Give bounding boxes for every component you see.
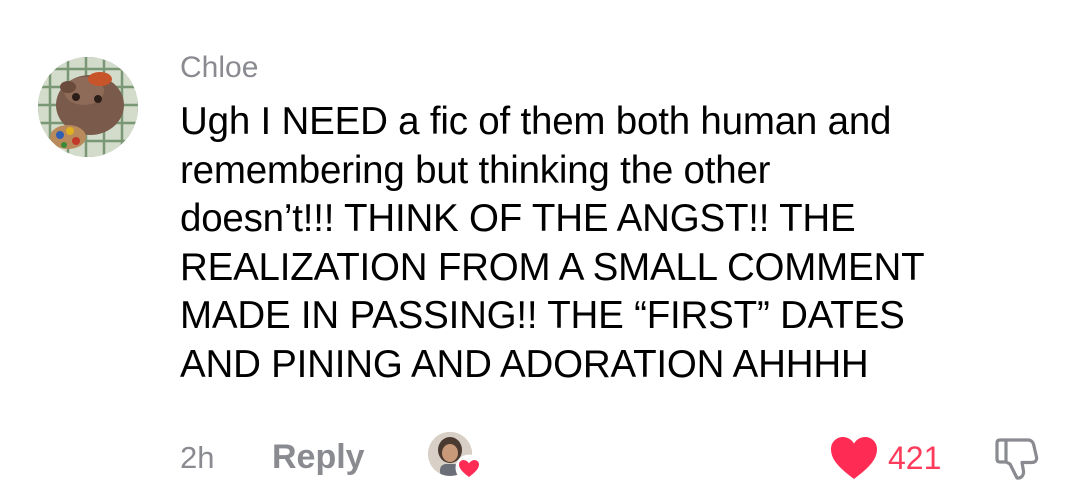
comment-text-line: MADE IN PASSING!! THE “FIRST” DATES xyxy=(180,294,905,337)
comment-author[interactable]: Chloe xyxy=(180,50,258,86)
comment-text-line: AND PINING AND ADORATION AHHHH xyxy=(180,342,869,386)
avatar-image xyxy=(38,57,138,157)
comment-text-line: REALIZATION FROM A SMALL COMMENT xyxy=(180,245,925,289)
like-button[interactable] xyxy=(828,434,880,482)
heart-badge-icon xyxy=(454,454,484,482)
dislike-button[interactable] xyxy=(992,434,1042,484)
comment-text-line: doesn’t!!! THINK OF THE ANGST!! THE xyxy=(180,197,856,240)
like-count: 421 xyxy=(888,440,942,476)
creator-liked-avatar[interactable] xyxy=(428,432,486,486)
comment-timestamp: 2h xyxy=(180,440,215,475)
comment-text: Ugh I NEED a fic of them both human and … xyxy=(180,98,1040,389)
reply-button[interactable]: Reply xyxy=(272,438,365,477)
comment-actions: 2h Reply 421 xyxy=(0,430,1080,486)
comment-item: Chloe Ugh I NEED a fic of them both huma… xyxy=(0,0,1080,492)
comment-text-line: Ugh I NEED a fic of them both human and xyxy=(180,100,892,143)
thumbs-down-icon xyxy=(995,438,1039,480)
heart-icon xyxy=(831,437,877,479)
comment-text-line: remembering but thinking the other xyxy=(180,148,771,192)
user-avatar[interactable] xyxy=(38,57,138,157)
